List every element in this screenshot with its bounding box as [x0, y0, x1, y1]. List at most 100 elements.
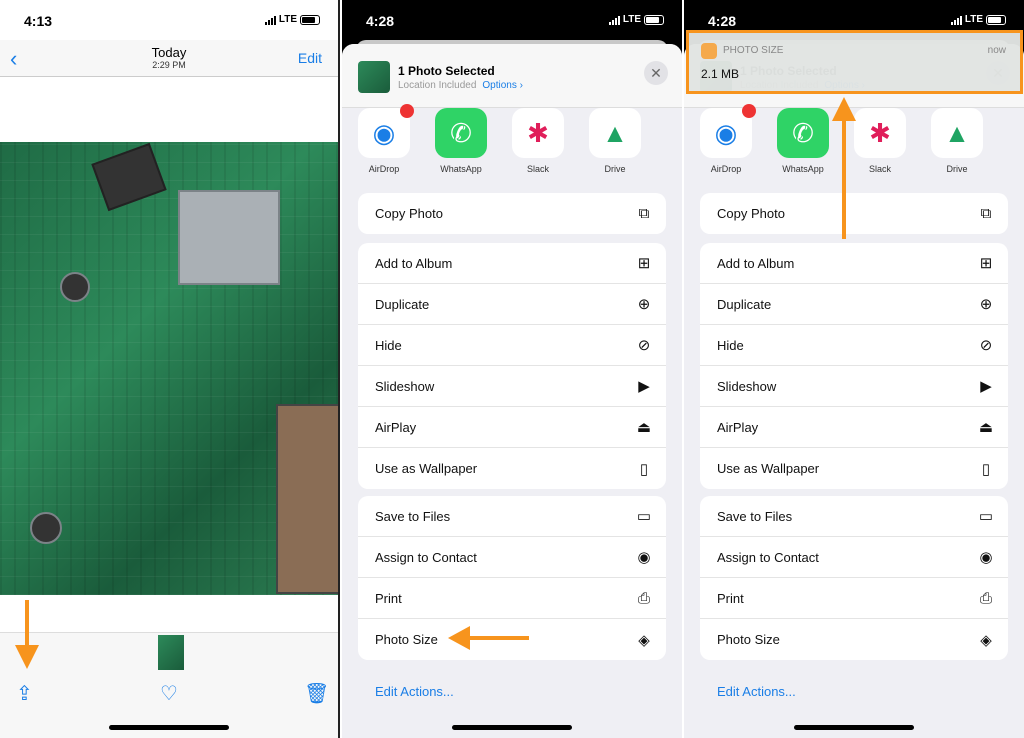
share-app-whatsapp[interactable]: ✆ WhatsApp [777, 108, 829, 174]
share-app-airdrop[interactable]: ◉ AirDrop [358, 104, 414, 174]
network-label: LTE [622, 14, 641, 25]
action-copy-photo[interactable]: Copy Photo ⧉ [700, 193, 1008, 234]
action-assign-to-contact[interactable]: Assign to Contact ◉ [358, 537, 666, 578]
share-app-slack[interactable]: ✱ Slack [512, 108, 564, 174]
share-app-slack[interactable]: ✱ Slack [854, 108, 906, 174]
drive-icon: ▲ [589, 108, 641, 158]
signal-icon [950, 15, 962, 25]
heart-icon[interactable]: ♡ [160, 681, 178, 706]
share-sheet: 1 Photo Selected Location IncludedOption… [684, 44, 1024, 738]
share-title: 1 Photo Selected [398, 64, 495, 78]
action-save-to-files[interactable]: Save to Files ▭ [700, 496, 1008, 537]
action-hide[interactable]: Hide ⊘ [358, 325, 666, 366]
nav-bar: ‹ Today 2:29 PM Edit [0, 40, 338, 77]
action-label: Copy Photo [375, 206, 443, 221]
status-time: 4:13 [24, 13, 53, 29]
action-airplay[interactable]: AirPlay ⏏ [700, 407, 1008, 448]
share-app-airdrop[interactable]: ◉ AirDrop [700, 104, 756, 174]
action-group: Add to Album ⊞ Duplicate ⊕ Hide ⊘ Slideshow ▶ Ai… [700, 243, 1008, 489]
eye-slash-icon: ⊘ [637, 337, 651, 354]
action-label: Use as Wallpaper [375, 461, 478, 476]
notification-body: 2.1 MB [701, 67, 740, 81]
notification-banner[interactable]: PHOTO SIZE now 2.1 MB [686, 30, 1023, 94]
app-label: Drive [604, 164, 626, 174]
home-indicator [452, 725, 572, 730]
app-label: Drive [946, 164, 968, 174]
action-print[interactable]: Print ⎙ [700, 578, 1008, 619]
copy-icon: ⧉ [980, 205, 992, 222]
annotation-arrow-down [25, 600, 29, 650]
duplicate-icon: ⊕ [979, 296, 993, 313]
close-button[interactable]: ✕ [644, 61, 668, 85]
edit-actions-link[interactable]: Edit Actions... [717, 684, 796, 699]
action-label: Hide [717, 337, 744, 353]
share-header: 1 Photo Selected Location Included Option… [342, 44, 682, 108]
action-copy-photo[interactable]: Copy Photo ⧉ [358, 193, 666, 234]
drive-icon: ▲ [931, 108, 983, 158]
action-duplicate[interactable]: Duplicate ⊕ [358, 284, 666, 325]
action-save-to-files[interactable]: Save to Files ▭ [358, 496, 666, 537]
app-label: Slack [868, 164, 891, 174]
share-app-drive[interactable]: ▲ Drive [589, 108, 641, 174]
battery-icon [300, 14, 320, 25]
options-link[interactable]: Options › [482, 80, 523, 91]
action-label: Print [717, 590, 744, 606]
action-hide[interactable]: Hide ⊘ [700, 325, 1008, 366]
action-label: Duplicate [717, 296, 772, 312]
location-label: Location Included [398, 80, 477, 91]
edit-button[interactable]: Edit [298, 50, 322, 66]
airdrop-icon: ◉ [358, 104, 414, 158]
app-label: WhatsApp [782, 164, 824, 174]
action-slideshow[interactable]: Slideshow ▶ [358, 366, 666, 407]
action-assign-to-contact[interactable]: Assign to Contact ◉ [700, 537, 1008, 578]
folder-icon: ▭ [978, 508, 994, 525]
app-label: AirDrop [710, 164, 742, 174]
action-slideshow[interactable]: Slideshow ▶ [700, 366, 1008, 407]
annotation-arrowhead [448, 626, 470, 650]
notification-time: now [987, 45, 1006, 56]
app-label: Slack [526, 164, 549, 174]
share-icon[interactable]: ⇪ [16, 681, 33, 706]
share-sheet: 1 Photo Selected Location Included Option… [342, 44, 682, 738]
photo-size-app-icon [701, 43, 717, 59]
share-app-whatsapp[interactable]: ✆ WhatsApp [435, 108, 487, 174]
action-photo-size[interactable]: Photo Size ◈ [700, 619, 1008, 660]
play-icon: ▶ [980, 378, 992, 395]
duplicate-icon: ⊕ [637, 296, 651, 313]
airplay-icon: ⏏ [636, 419, 652, 436]
layers-icon: ◈ [980, 631, 992, 649]
notification-app-name: PHOTO SIZE [723, 45, 784, 56]
whatsapp-icon: ✆ [435, 108, 487, 158]
layers-icon: ◈ [638, 631, 650, 649]
airdrop-icon: ◉ [700, 104, 756, 158]
battery-icon [644, 14, 664, 25]
edit-actions-link[interactable]: Edit Actions... [375, 684, 454, 699]
action-label: Assign to Contact [375, 549, 477, 565]
action-use-as-wallpaper[interactable]: Use as Wallpaper ▯ [700, 448, 1008, 489]
status-time: 4:28 [366, 13, 395, 29]
contact-icon: ◉ [637, 549, 651, 566]
add-album-icon: ⊞ [979, 255, 993, 272]
slack-icon: ✱ [512, 108, 564, 158]
phone-icon: ▯ [639, 460, 649, 478]
printer-icon: ⎙ [637, 589, 650, 607]
page-subtitle: 2:29 PM [152, 60, 186, 70]
share-sheet-panel: 4:28 LTE 1 Photo Selected Location Inclu… [342, 0, 682, 738]
action-airplay[interactable]: AirPlay ⏏ [358, 407, 666, 448]
photo-toolbar: ⇪ ♡ 🗑 [0, 632, 338, 738]
action-use-as-wallpaper[interactable]: Use as Wallpaper ▯ [358, 448, 666, 489]
action-print[interactable]: Print ⎙ [358, 578, 666, 619]
action-label: Slideshow [717, 378, 777, 394]
back-button[interactable]: ‹ [10, 46, 17, 72]
page-title: Today [151, 45, 187, 60]
copy-icon: ⧉ [638, 205, 650, 222]
action-add-to-album[interactable]: Add to Album ⊞ [358, 243, 666, 284]
action-label: AirPlay [375, 419, 417, 435]
notification-badge [742, 104, 756, 118]
photo-thumbnail[interactable] [158, 635, 184, 670]
share-app-drive[interactable]: ▲ Drive [931, 108, 983, 174]
trash-icon[interactable]: 🗑 [304, 681, 329, 706]
action-duplicate[interactable]: Duplicate ⊕ [700, 284, 1008, 325]
action-label: Print [375, 590, 402, 606]
action-add-to-album[interactable]: Add to Album ⊞ [700, 243, 1008, 284]
